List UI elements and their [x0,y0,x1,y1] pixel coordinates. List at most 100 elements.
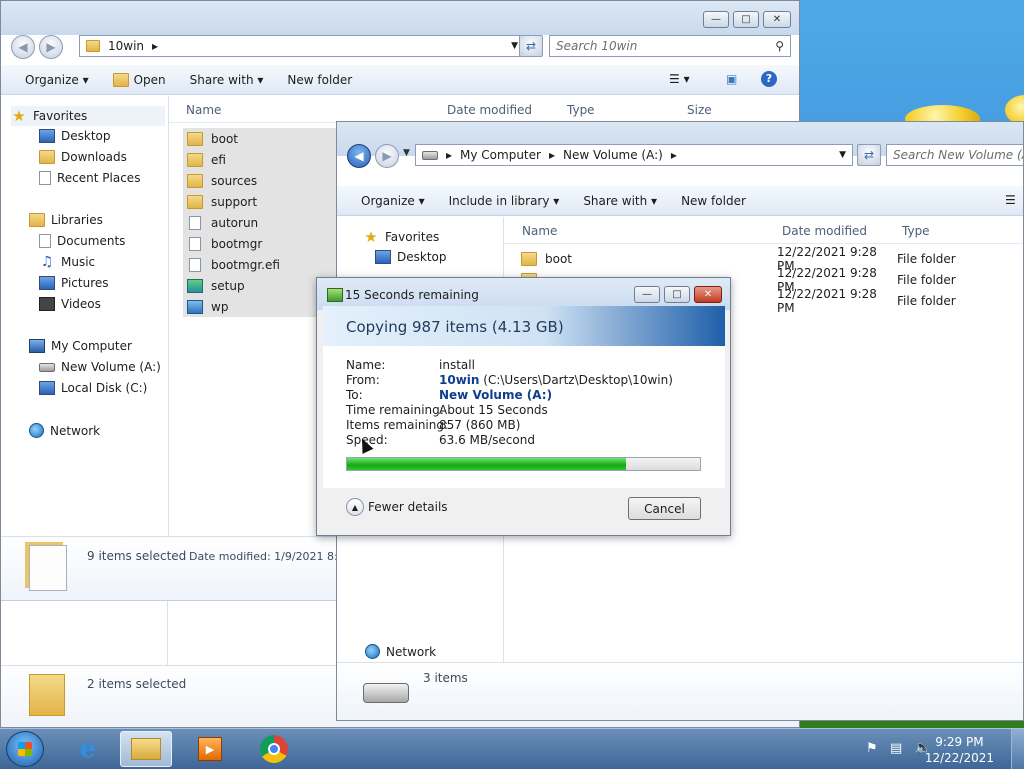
refresh-button[interactable]: ⇄ [857,144,881,166]
nav-network[interactable]: Network [365,644,436,659]
maximize-button[interactable]: □ [733,11,759,28]
nav-pictures[interactable]: Pictures [39,276,109,290]
refresh-button[interactable]: ⇄ [519,35,543,57]
taskbar-media-player[interactable]: ▶ [184,731,236,767]
status-bar: 3 items [337,662,1023,720]
col-type[interactable]: Type [567,103,595,117]
dialog-title: 15 Seconds remaining [345,288,479,302]
nav-favorites[interactable]: ★ Favorites [363,229,439,245]
drive-icon [39,362,55,372]
share-with-menu[interactable]: Share with ▾ [190,73,264,87]
nav-new-volume[interactable]: New Volume (A:) [39,360,161,374]
close-button[interactable]: ✕ [694,286,722,303]
col-date-modified[interactable]: Date modified [447,103,532,117]
file-row-boot[interactable]: boot [183,128,343,149]
breadcrumb-new-volume[interactable]: New Volume (A:) [563,148,663,162]
chevron-down-icon[interactable]: ▼ [511,41,518,51]
col-name[interactable]: Name [522,224,557,238]
start-button[interactable] [6,731,44,767]
organize-menu[interactable]: Organize ▾ [361,194,425,208]
nav-desktop[interactable]: Desktop [375,250,447,264]
forward-button[interactable]: ▶ [375,144,399,168]
col-date-modified[interactable]: Date modified [782,224,867,238]
col-name[interactable]: Name [186,103,221,117]
view-options-icon[interactable]: ☰ ▾ [669,72,690,86]
window-titlebar[interactable]: — □ ✕ ◀ ▶ 10win ▸ ▼ ⇄ Search 10win ⚲ [1,1,799,59]
file-row-support[interactable]: support [183,191,343,212]
nav-documents[interactable]: Documents [39,234,125,248]
taskbar-clock[interactable]: 9:29 PM 12/22/2021 [925,734,994,766]
recent-places-icon [39,171,51,185]
maximize-button[interactable]: □ [664,286,690,303]
col-size[interactable]: Size [687,103,712,117]
show-desktop-button[interactable] [1011,729,1024,769]
organize-menu[interactable]: Organize ▾ [25,73,89,87]
address-bar[interactable]: ▸ My Computer ▸ New Volume (A:) ▸ ▼ [415,144,853,166]
nav-videos[interactable]: Videos [39,297,101,311]
new-folder-button[interactable]: New folder [287,73,352,87]
include-in-library-menu[interactable]: Include in library ▾ [449,194,560,208]
breadcrumb-my-computer[interactable]: My Computer [460,148,541,162]
value-from: 10win (C:\Users\Dartz\Desktop\10win) [439,373,673,387]
share-with-menu[interactable]: Share with ▾ [583,194,657,208]
window-divider [1,600,337,601]
copy-progress-dialog: 15 Seconds remaining — □ ✕ Copying 987 i… [316,277,731,536]
file-row-bootmgr-efi[interactable]: bootmgr.efi [183,254,343,275]
nav-favorites[interactable]: ★ Favorites [11,106,165,126]
nav-desktop[interactable]: Desktop [39,129,111,143]
forward-button[interactable]: ▶ [39,35,63,59]
clock-time: 9:29 PM [935,735,984,749]
history-dropdown-icon[interactable]: ▼ [403,148,410,158]
taskbar-chrome[interactable] [248,731,300,767]
nav-my-computer[interactable]: My Computer [29,339,132,353]
search-input[interactable]: Search 10win ⚲ [549,35,791,57]
label-from: From: [346,373,380,387]
chevron-down-icon[interactable]: ▼ [839,150,846,160]
new-folder-button[interactable]: New folder [681,194,746,208]
navigation-pane: ★ Favorites Desktop Downloads Recent Plac… [1,96,169,536]
open-button[interactable]: Open [112,72,166,87]
file-row[interactable]: boot 12/22/2021 9:28 PM File folder [517,245,1022,273]
file-row-autorun[interactable]: autorun [183,212,343,233]
folder-icon [187,194,203,209]
nav-music[interactable]: ♫ Music [39,255,95,269]
close-button[interactable]: ✕ [763,11,791,28]
value-to[interactable]: New Volume (A:) [439,388,552,402]
window-titlebar[interactable]: ◀ ▶ ▼ ▸ My Computer ▸ New Volume (A:) ▸ … [337,122,1023,168]
details-thumbnail-icon [29,545,67,591]
value-from-path: (C:\Users\Dartz\Desktop\10win) [483,373,673,387]
value-items-remaining: 857 (860 MB) [439,418,521,432]
cancel-button[interactable]: Cancel [628,497,701,520]
copy-progress-bar [346,457,701,471]
back-button[interactable]: ◀ [11,35,35,59]
minimize-button[interactable]: — [634,286,660,303]
help-icon[interactable]: ? [761,71,777,87]
action-center-icon[interactable]: ⚑ [866,741,878,756]
taskbar-file-explorer[interactable] [120,731,172,767]
fewer-details-toggle[interactable]: ▲ Fewer details [346,498,448,516]
back-button[interactable]: ◀ [347,144,371,168]
taskbar: e ▶ ⚑ ▤ 🔈 9:29 PM 12/22/2021 [0,728,1024,769]
minimize-button[interactable]: — [703,11,729,28]
folder-icon [521,251,537,266]
network-icon [365,644,380,659]
nav-network[interactable]: Network [29,423,100,438]
star-icon: ★ [364,228,378,246]
nav-local-disk[interactable]: Local Disk (C:) [39,381,147,395]
taskbar-internet-explorer[interactable]: e [62,731,114,767]
nav-downloads[interactable]: Downloads [39,150,127,164]
address-bar[interactable]: 10win ▸ ▼ [79,35,525,57]
col-type[interactable]: Type [902,224,930,238]
network-status-icon[interactable]: ▤ [890,741,902,756]
file-row-bootmgr[interactable]: bootmgr [183,233,343,254]
image-file-icon [187,299,203,314]
nav-recent-places[interactable]: Recent Places [39,171,140,185]
value-from-name[interactable]: 10win [439,373,479,387]
view-options-icon[interactable]: ☰ [1005,193,1016,207]
file-row-sources[interactable]: sources [183,170,343,191]
file-row-efi[interactable]: efi [183,149,343,170]
search-input[interactable]: Search New Volume (A:) [886,144,1023,166]
local-disk-icon [39,381,55,395]
preview-pane-icon[interactable]: ▣ [726,72,737,86]
nav-libraries[interactable]: Libraries [29,213,103,227]
